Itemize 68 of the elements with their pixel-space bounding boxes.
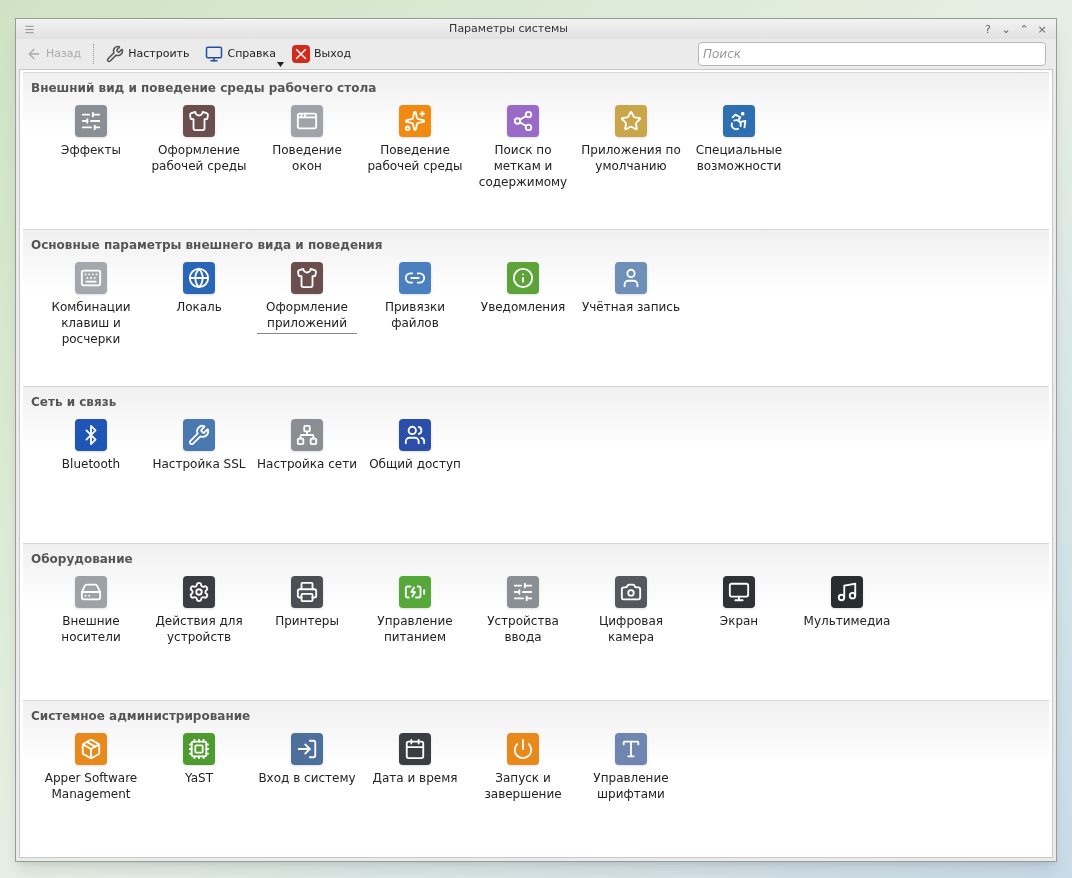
settings-item[interactable]: Эффекты <box>37 105 145 193</box>
settings-item[interactable]: Уведомления <box>469 262 577 350</box>
accessibility-icon <box>723 105 755 137</box>
settings-item[interactable]: Привязки файлов <box>361 262 469 350</box>
window-icon <box>291 105 323 137</box>
close-icon <box>291 45 310 64</box>
section-title: Оборудование <box>30 551 134 568</box>
settings-item[interactable]: Apper Software Management <box>37 733 145 805</box>
settings-item[interactable]: Комбинации клавиш и росчерки <box>37 262 145 350</box>
toolbar-button[interactable]: Выход <box>291 45 355 64</box>
settings-item[interactable]: Экран <box>685 576 793 648</box>
settings-item[interactable]: Настройка сети <box>253 419 361 475</box>
login-icon <box>291 733 323 765</box>
settings-item[interactable]: Поведение рабочей среды <box>361 105 469 193</box>
toolbar-button[interactable]: Настроить <box>106 45 194 64</box>
settings-item[interactable]: Учётная запись <box>577 262 685 350</box>
settings-item[interactable]: Дата и время <box>361 733 469 805</box>
nodes-icon <box>507 105 539 137</box>
settings-item[interactable]: Устройства ввода <box>469 576 577 648</box>
music-icon <box>831 576 863 608</box>
window-control-button[interactable]: × <box>1036 23 1048 35</box>
keyboard-icon <box>75 262 107 294</box>
settings-item[interactable]: Запуск и завершение <box>469 733 577 805</box>
sliders-icon <box>75 105 107 137</box>
camera-icon <box>615 576 647 608</box>
settings-item[interactable]: Bluetooth <box>37 419 145 475</box>
settings-item[interactable]: Приложения по умолчанию <box>577 105 685 193</box>
wrench-icon <box>106 45 125 64</box>
settings-item[interactable]: Вход в систему <box>253 733 361 805</box>
font-icon <box>615 733 647 765</box>
settings-item[interactable]: Оформление рабочей среды <box>145 105 253 193</box>
settings-item[interactable]: Настройка SSL <box>145 419 253 475</box>
window-control-button[interactable]: ? <box>982 23 994 35</box>
monitor-icon <box>723 576 755 608</box>
section-title: Сеть и связь <box>30 394 118 411</box>
settings-item[interactable]: YaST <box>145 733 253 805</box>
gear-icon <box>183 576 215 608</box>
calendar-icon <box>399 733 431 765</box>
settings-item[interactable]: Управление шрифтами <box>577 733 685 805</box>
settings-item[interactable]: Оформление приложений <box>253 262 361 350</box>
settings-item[interactable]: Поведение окон <box>253 105 361 193</box>
settings-item[interactable]: Внешние носители <box>37 576 145 648</box>
section-title: Внешний вид и поведение среды рабочего стола <box>30 80 378 97</box>
window-control-button[interactable]: ⌃ <box>1018 23 1030 35</box>
info-icon <box>507 262 539 294</box>
search-field[interactable]: Поиск <box>698 42 1046 67</box>
section-title: Системное администрирование <box>30 708 252 725</box>
settings-item[interactable]: Локаль <box>145 262 253 350</box>
monitor-icon <box>205 45 224 64</box>
settings-item[interactable]: Действия для устройств <box>145 576 253 648</box>
settings-item[interactable]: Общий доступ <box>361 419 469 475</box>
settings-item[interactable]: Цифровая камера <box>577 576 685 648</box>
settings-item[interactable]: Принтеры <box>253 576 361 648</box>
settings-item[interactable]: Мультимедиа <box>793 576 901 648</box>
bluetooth-icon <box>75 419 107 451</box>
wrench-icon <box>183 419 215 451</box>
window-control-button[interactable]: ⌄ <box>1000 23 1012 35</box>
toolbar-button[interactable]: Справка <box>205 45 280 64</box>
menu-icon[interactable] <box>24 23 35 35</box>
settings-item[interactable]: Специальные возможности <box>685 105 793 193</box>
printer-icon <box>291 576 323 608</box>
globe-icon <box>183 262 215 294</box>
settings-item[interactable]: Управление питанием <box>361 576 469 648</box>
section-title: Основные параметры внешнего вида и поведения <box>30 237 384 254</box>
settings-item[interactable]: Поиск по меткам и содержимому <box>469 105 577 193</box>
window-title: Параметры системы <box>448 20 569 37</box>
battery-icon <box>399 576 431 608</box>
sliders-icon <box>507 576 539 608</box>
